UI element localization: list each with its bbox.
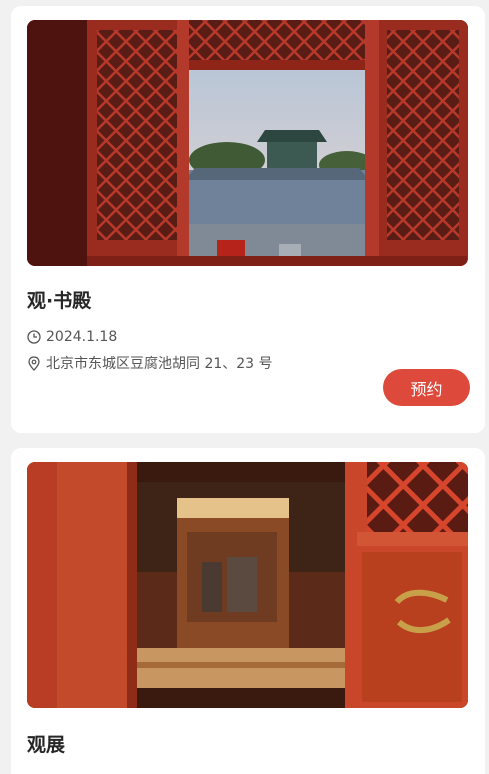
event-date: 2024.1.18 <box>46 329 118 345</box>
event-title: 观展 <box>27 734 66 756</box>
event-photo[interactable] <box>27 462 468 708</box>
event-card[interactable]: 观·书殿 2024.1.18 北京市东城区豆腐池胡同 21、23 号 预约 <box>11 6 485 433</box>
event-photo[interactable] <box>27 20 468 266</box>
event-address-row: 北京市东城区豆腐池胡同 21、23 号 <box>27 353 273 373</box>
location-pin-icon <box>28 355 40 371</box>
event-title: 观·书殿 <box>27 290 92 312</box>
book-button[interactable]: 预约 <box>383 369 470 406</box>
event-feed: 观·书殿 2024.1.18 北京市东城区豆腐池胡同 21、23 号 预约 观展 <box>0 0 489 774</box>
clock-icon <box>27 330 41 344</box>
event-address: 北京市东城区豆腐池胡同 21、23 号 <box>46 356 273 372</box>
event-card[interactable]: 观展 <box>11 448 485 774</box>
event-date-row: 2024.1.18 <box>27 329 117 345</box>
